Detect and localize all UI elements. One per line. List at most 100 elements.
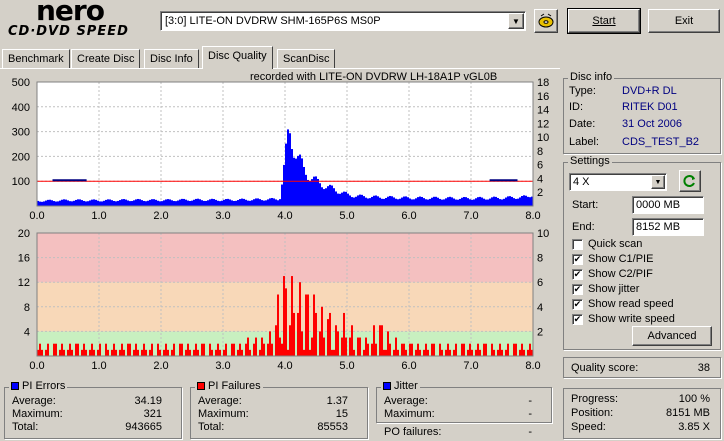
pie-bar bbox=[39, 201, 41, 206]
x-tick: 2.0 bbox=[153, 210, 168, 222]
pie-bar bbox=[85, 201, 87, 206]
pie-bar bbox=[483, 198, 485, 206]
pie-bar bbox=[179, 199, 181, 206]
pie-bar bbox=[123, 199, 125, 206]
pie-bar bbox=[413, 199, 415, 206]
pie-bar bbox=[197, 198, 199, 206]
end-input[interactable]: 8152 MB bbox=[632, 218, 704, 236]
pif-bar bbox=[333, 349, 335, 356]
pie-bar bbox=[519, 197, 521, 206]
pie-bar bbox=[341, 192, 343, 206]
pif-bar bbox=[163, 349, 165, 356]
exit-button[interactable]: Exit bbox=[648, 9, 720, 33]
y-left-tick: 400 bbox=[12, 102, 30, 114]
pie-bar bbox=[489, 198, 491, 206]
pie-bar bbox=[149, 199, 151, 206]
pif-bar bbox=[389, 343, 391, 356]
y-left-tick: 4 bbox=[24, 326, 30, 338]
start-input[interactable]: 0000 MB bbox=[632, 196, 704, 214]
tab-create-disc[interactable]: Create Disc bbox=[71, 49, 141, 68]
pie-bar bbox=[383, 198, 385, 206]
checkbox-box[interactable]: ✔ bbox=[572, 253, 583, 265]
pif-bar bbox=[171, 349, 173, 356]
pie-bar bbox=[353, 197, 355, 206]
checkbox-box[interactable]: ✔ bbox=[572, 313, 583, 325]
eject-button[interactable] bbox=[534, 9, 558, 33]
pif-bar bbox=[287, 349, 289, 356]
checkbox-show-c2-pif[interactable]: ✔ Show C2/PIF bbox=[572, 268, 653, 280]
disc-label-value: CDS_TEST_B2 bbox=[622, 136, 700, 148]
tab-benchmark[interactable]: Benchmark bbox=[2, 49, 70, 68]
settings-title: Settings bbox=[570, 155, 610, 167]
tab-disc-quality[interactable]: Disc Quality bbox=[202, 46, 273, 69]
pif-bar bbox=[215, 349, 217, 356]
pif-bar bbox=[225, 343, 227, 356]
checkbox-box[interactable] bbox=[572, 238, 583, 250]
pif-bar bbox=[455, 343, 457, 356]
x-tick: 3.0 bbox=[215, 210, 230, 222]
pif-bar bbox=[449, 349, 451, 356]
pie-bar bbox=[215, 199, 217, 206]
checkbox-label: Show jitter bbox=[588, 283, 640, 295]
pie-bar bbox=[219, 201, 221, 206]
start-button[interactable]: Start bbox=[567, 8, 641, 34]
pif-bar bbox=[143, 343, 145, 356]
x-tick: 7.0 bbox=[463, 210, 478, 222]
pie-bar bbox=[211, 198, 213, 206]
x-tick: 0.0 bbox=[29, 210, 44, 222]
pif-bar bbox=[157, 343, 159, 356]
pif-bar bbox=[63, 349, 65, 356]
pie-bar bbox=[459, 198, 461, 206]
pie-bar bbox=[423, 198, 425, 206]
tab-scandisc[interactable]: ScanDisc bbox=[277, 49, 336, 68]
pie-bar bbox=[157, 200, 159, 206]
pie-bar bbox=[311, 179, 313, 206]
tab-disc-info[interactable]: Disc Info bbox=[144, 49, 199, 68]
pie-bar bbox=[117, 200, 119, 206]
pie-bar bbox=[393, 197, 395, 206]
pif-bar bbox=[467, 349, 469, 356]
pif-bar bbox=[271, 343, 273, 356]
checkbox-box[interactable]: ✔ bbox=[572, 283, 583, 295]
speed-select[interactable]: 4 X ▼ bbox=[569, 173, 667, 191]
pie-bar bbox=[189, 201, 191, 206]
pie-bar bbox=[247, 200, 249, 206]
pie-bar bbox=[327, 186, 329, 206]
pie-bar bbox=[191, 200, 193, 206]
pie-bar bbox=[107, 199, 109, 206]
pif-bar bbox=[69, 343, 71, 356]
pie-bar bbox=[289, 133, 291, 206]
chevron-down-icon[interactable]: ▼ bbox=[651, 175, 665, 189]
jitter-maximum: - bbox=[528, 408, 532, 420]
pif-bar bbox=[241, 349, 243, 356]
pie-bar bbox=[129, 201, 131, 206]
pif-bar bbox=[493, 349, 495, 356]
y-left-tick: 100 bbox=[12, 176, 30, 188]
pie-bar bbox=[367, 198, 369, 206]
pie-bar bbox=[171, 200, 173, 206]
pi-failures-maximum: 15 bbox=[335, 408, 348, 420]
drive-select[interactable]: [3:0] LITE-ON DVDRW SHM-165P6S MS0P ▼ bbox=[160, 11, 526, 31]
checkbox-show-write-speed[interactable]: ✔ Show write speed bbox=[572, 313, 675, 325]
disc-eject-icon bbox=[538, 13, 554, 28]
pie-bar bbox=[475, 198, 477, 206]
pie-bar bbox=[283, 164, 285, 206]
advanced-button[interactable]: Advanced bbox=[632, 326, 712, 346]
checkbox-show-read-speed[interactable]: ✔ Show read speed bbox=[572, 298, 674, 310]
pie-bar bbox=[225, 199, 227, 206]
pif-bar bbox=[267, 343, 269, 356]
chevron-down-icon[interactable]: ▼ bbox=[508, 13, 524, 29]
x-tick: 1.0 bbox=[91, 210, 106, 222]
pif-bar bbox=[137, 349, 139, 356]
checkbox-box[interactable]: ✔ bbox=[572, 298, 583, 310]
speed-label: Speed: bbox=[571, 421, 606, 433]
quality-score-label: Quality score: bbox=[571, 362, 639, 374]
checkbox-box[interactable]: ✔ bbox=[572, 268, 583, 280]
refresh-button[interactable] bbox=[679, 170, 701, 192]
checkbox-quick-scan[interactable]: Quick scan bbox=[572, 238, 642, 250]
checkbox-show-jitter[interactable]: ✔ Show jitter bbox=[572, 283, 639, 295]
y-right-tick: 12 bbox=[537, 118, 549, 130]
checkbox-show-c1-pie[interactable]: ✔ Show C1/PIE bbox=[572, 253, 653, 265]
pif-bar bbox=[453, 349, 455, 356]
pi-errors-average: 34.19 bbox=[134, 395, 162, 407]
